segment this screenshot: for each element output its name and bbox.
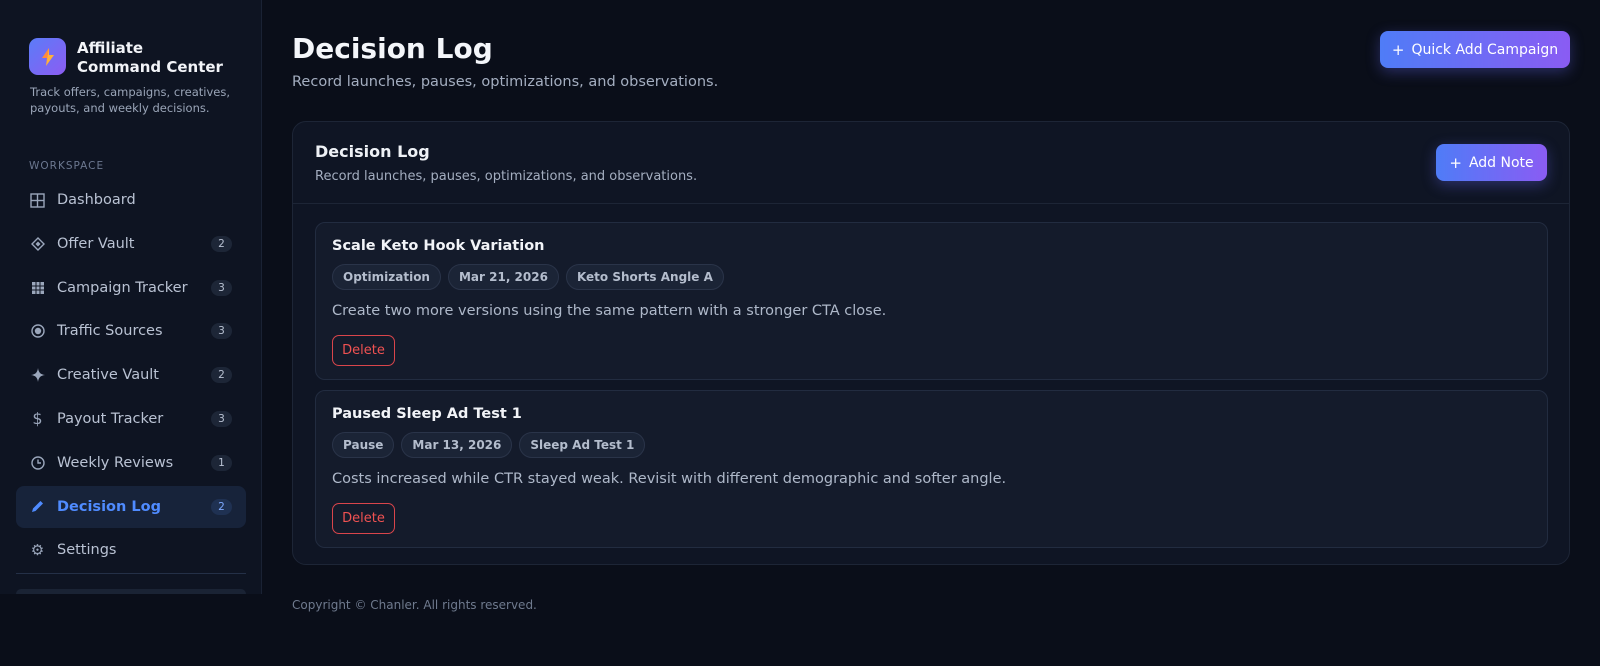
brand-title: Affiliate Command Center [77,39,223,76]
sidebar-footer-panel [16,589,246,594]
sidebar-item-label: Traffic Sources [57,323,163,340]
bolt-icon [29,38,66,75]
sidebar-item-label: Offer Vault [57,235,135,252]
count-badge: 3 [211,410,232,427]
sidebar-item-label: Weekly Reviews [57,454,174,471]
brand-description: Track offers, campaigns, creatives, payo… [30,85,230,115]
entry-note: Costs increased while CTR stayed weak. R… [332,471,1007,487]
type-tag: Optimization [332,264,441,290]
plus-icon: + [1391,40,1405,59]
type-tag: Pause [332,432,395,458]
count-badge: 2 [211,235,232,252]
dollar-icon: $ [32,409,43,429]
delete-button[interactable]: Delete [332,503,395,534]
date-tag: Mar 13, 2026 [401,432,513,458]
sidebar-item-offer-vault[interactable]: Offer Vault 2 [16,223,246,265]
count-badge: 3 [211,323,232,340]
card-header: Decision Log Record launches, pauses, op… [293,122,1569,204]
sidebar-item-label: Settings [57,542,117,559]
page-subtitle: Record launches, pauses, optimizations, … [292,74,719,90]
sidebar-item-label: Campaign Tracker [57,279,188,296]
count-badge: 2 [211,367,232,384]
sidebar-item-label: Payout Tracker [57,410,164,427]
sidebar-item-label: Creative Vault [57,367,159,384]
entry-title: Paused Sleep Ad Test 1 [332,406,522,422]
sidebar-nav: Dashboard Offer Vault 2 Campaign Tracker… [16,179,246,573]
clock-icon [29,454,46,471]
plus-icon: + [1449,153,1462,172]
button-label: Add Note [1468,154,1534,171]
sidebar-item-label: Decision Log [57,498,161,515]
app-root: Affiliate Command Center Track offers, c… [0,0,1600,666]
campaign-tag: Keto Shorts Angle A [565,264,724,290]
count-badge: 1 [211,454,232,471]
button-label: Quick Add Campaign [1411,41,1559,58]
entry-title: Scale Keto Hook Variation [332,238,545,254]
diamond-icon [29,235,46,252]
brand[interactable]: Affiliate Command Center [29,38,227,77]
gear-icon: ⚙ [30,541,45,560]
section-label: WORKSPACE [29,160,105,172]
entry-tags: Optimization Mar 21, 2026 Keto Shorts An… [332,264,731,290]
sidebar-item-payout-tracker[interactable]: $ Payout Tracker 3 [16,398,246,440]
sidebar-divider [16,573,246,574]
sidebar-item-label: Dashboard [57,192,136,208]
date-tag: Mar 21, 2026 [447,264,559,290]
sparkle-icon [29,367,46,384]
decision-log-card: Decision Log Record launches, pauses, op… [292,121,1570,565]
count-badge: 3 [211,279,232,296]
add-note-button[interactable]: + Add Note [1436,144,1547,181]
sidebar-item-dashboard[interactable]: Dashboard [16,179,246,221]
table-icon [29,279,46,296]
sidebar-item-traffic-sources[interactable]: Traffic Sources 3 [16,310,246,352]
entry-note: Create two more versions using the same … [332,303,887,319]
delete-button[interactable]: Delete [332,335,395,366]
sidebar-item-weekly-reviews[interactable]: Weekly Reviews 1 [16,442,246,484]
decision-entry: Scale Keto Hook Variation Optimization M… [315,222,1548,380]
sidebar: Affiliate Command Center Track offers, c… [0,0,262,594]
entry-tags: Pause Mar 13, 2026 Sleep Ad Test 1 [332,432,652,458]
pencil-icon [29,498,46,515]
footer-copyright: Copyright © Chanler. All rights reserved… [292,598,537,612]
card-subtitle: Record launches, pauses, optimizations, … [315,169,698,184]
campaign-tag: Sleep Ad Test 1 [519,432,646,458]
decision-entry: Paused Sleep Ad Test 1 Pause Mar 13, 202… [315,390,1548,548]
page-title: Decision Log [292,32,493,65]
grid-icon [29,192,46,209]
sidebar-item-creative-vault[interactable]: Creative Vault 2 [16,354,246,396]
target-icon [29,323,46,340]
count-badge: 2 [211,498,232,515]
sidebar-item-campaign-tracker[interactable]: Campaign Tracker 3 [16,267,246,309]
sidebar-item-settings[interactable]: ⚙ Settings [16,529,246,571]
sidebar-item-decision-log[interactable]: Decision Log 2 [16,485,246,528]
card-title: Decision Log [315,142,430,161]
quick-add-campaign-button[interactable]: + Quick Add Campaign [1380,31,1570,68]
